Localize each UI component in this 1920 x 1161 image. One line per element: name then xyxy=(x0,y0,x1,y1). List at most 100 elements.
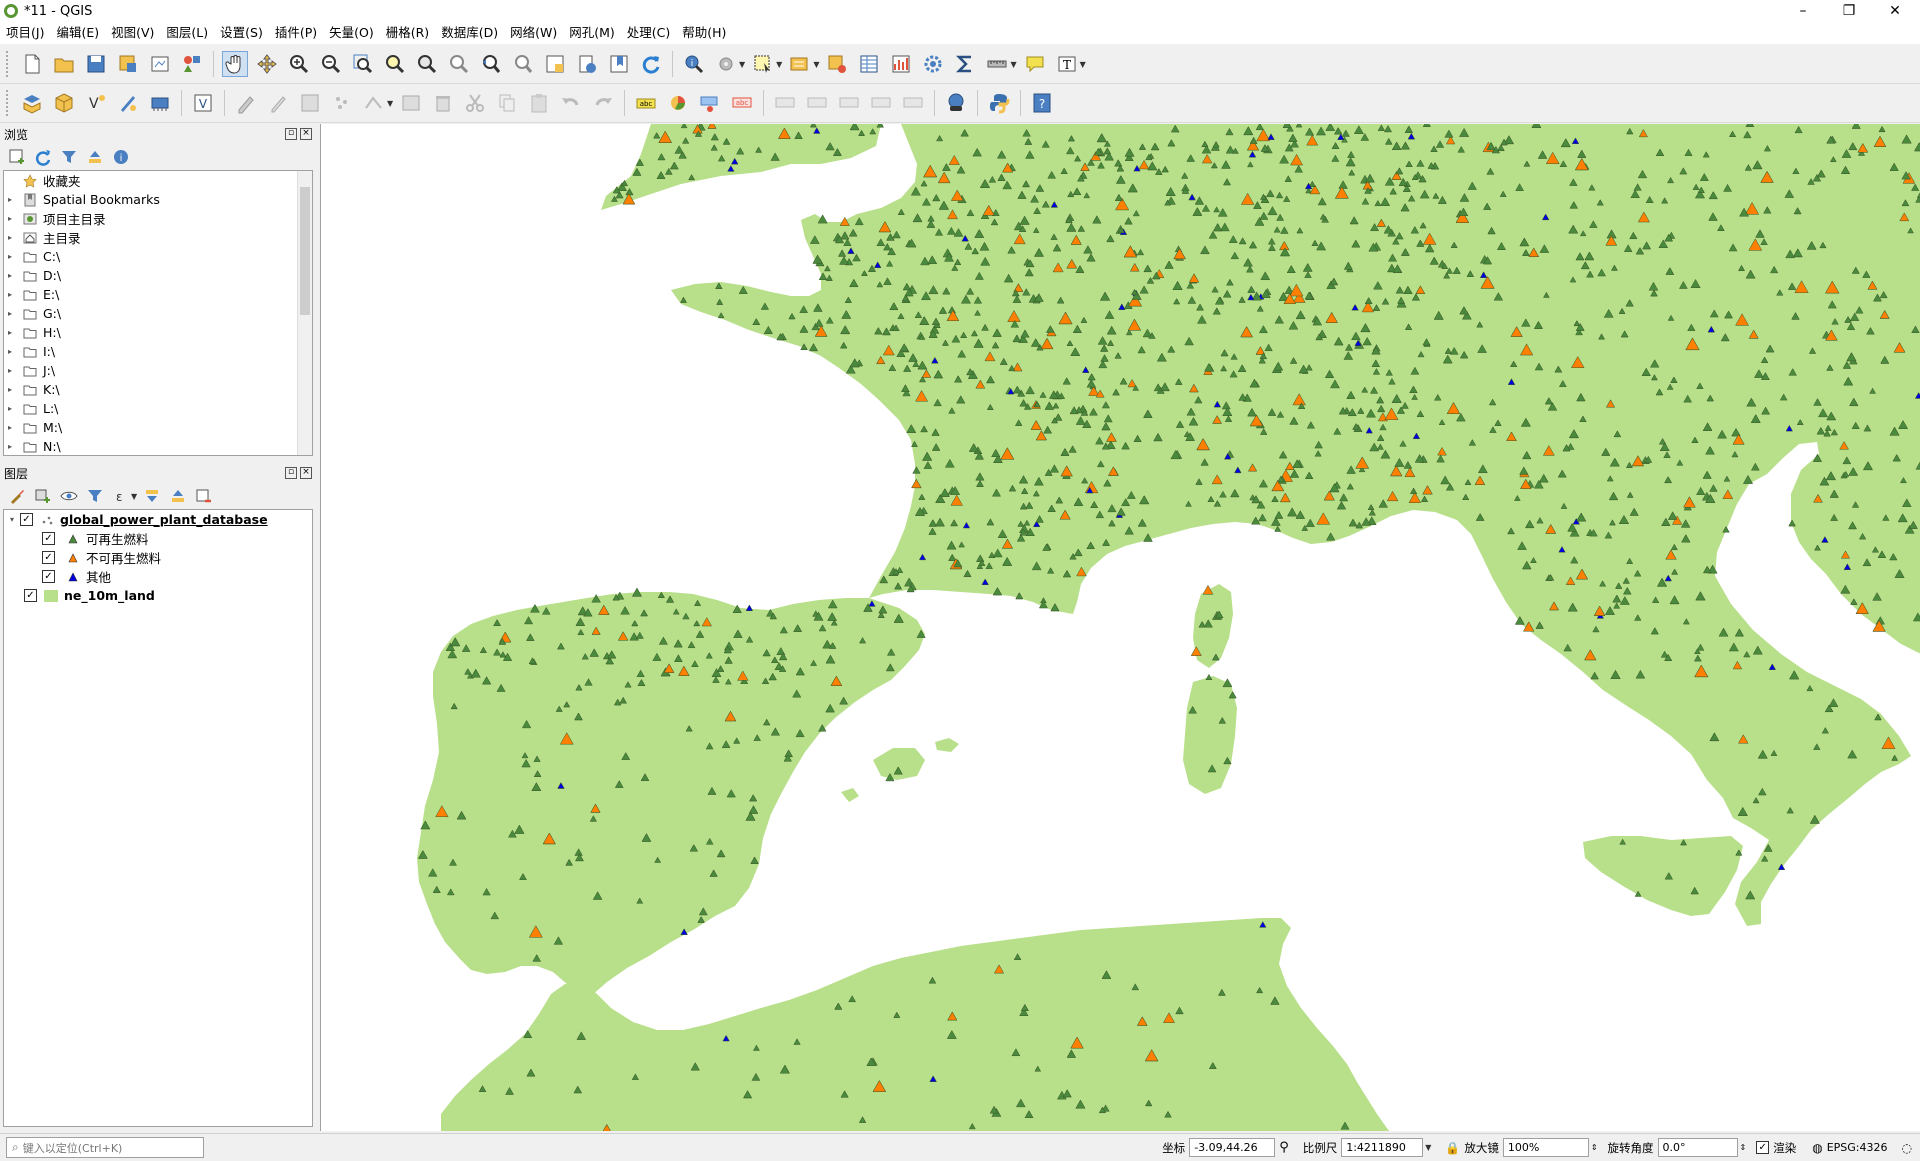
browser-item-drive-d[interactable]: ▸ D:\ xyxy=(4,266,312,285)
menu-mesh[interactable]: 网孔(M) xyxy=(563,22,621,44)
layer-class-other[interactable]: ✓ 其他 xyxy=(4,567,312,586)
menu-raster[interactable]: 栅格(R) xyxy=(380,22,435,44)
close-panel-icon[interactable]: × xyxy=(300,128,312,140)
run-feature-action-button[interactable] xyxy=(713,51,739,77)
render-checkbox[interactable]: ✓ xyxy=(1756,1141,1770,1154)
vertex-tool-button[interactable] xyxy=(361,90,387,116)
undo-button[interactable] xyxy=(558,90,584,116)
add-group-button[interactable] xyxy=(32,485,54,507)
pan-map-button[interactable] xyxy=(222,51,248,77)
crs-label[interactable]: EPSG:4326 xyxy=(1827,1141,1888,1154)
change-label-button[interactable] xyxy=(836,90,862,116)
chevron-down-icon[interactable]: ▼ xyxy=(1010,60,1016,69)
delete-selected-button[interactable] xyxy=(430,90,456,116)
layer-row-ne-10m-land[interactable]: ✓ ne_10m_land xyxy=(4,586,312,605)
browser-item-spatial-bookmarks[interactable]: ▸ Spatial Bookmarks xyxy=(4,190,312,209)
crs-globe-icon[interactable]: ◍ xyxy=(1812,1141,1822,1155)
toolbox-button[interactable] xyxy=(920,51,946,77)
chevron-down-icon[interactable]: ▼ xyxy=(813,60,819,69)
menu-plugins[interactable]: 插件(P) xyxy=(269,22,323,44)
paste-features-button[interactable] xyxy=(526,90,552,116)
filter-legend-button[interactable] xyxy=(84,485,106,507)
class-visibility-checkbox[interactable]: ✓ xyxy=(42,532,55,545)
chevron-down-icon[interactable]: ▼ xyxy=(1425,1143,1431,1152)
filter-by-expression-button[interactable]: ε xyxy=(110,485,132,507)
expand-all-button[interactable] xyxy=(141,485,163,507)
pin-labels-button[interactable] xyxy=(697,90,723,116)
add-selected-layers-button[interactable] xyxy=(6,146,28,168)
new-map-view-button[interactable] xyxy=(542,51,568,77)
browser-item-drive-j[interactable]: ▸ J:\ xyxy=(4,361,312,380)
copy-features-button[interactable] xyxy=(494,90,520,116)
pan-to-selection-button[interactable] xyxy=(254,51,280,77)
open-layer-styling-button[interactable] xyxy=(6,485,28,507)
float-panel-icon[interactable]: ▫ xyxy=(285,128,297,140)
coordinate-field[interactable]: -3.09,44.26 xyxy=(1189,1138,1276,1157)
map-tips-button[interactable] xyxy=(1022,51,1048,77)
new-geopackage-layer-button[interactable] xyxy=(51,90,77,116)
browser-item-favorites[interactable]: 收藏夹 xyxy=(4,171,312,190)
new-spatialite-layer-button[interactable] xyxy=(115,90,141,116)
zoom-next-button[interactable] xyxy=(510,51,536,77)
collapse-all-layers-button[interactable] xyxy=(167,485,189,507)
menu-help[interactable]: 帮助(H) xyxy=(676,22,732,44)
map-svg[interactable] xyxy=(321,124,1920,1131)
minimize-button[interactable]: – xyxy=(1780,0,1826,22)
chevron-down-icon[interactable]: ▼ xyxy=(776,60,782,69)
toolbar-grip[interactable] xyxy=(6,90,12,116)
open-attribute-table-button[interactable] xyxy=(856,51,882,77)
save-as-button[interactable] xyxy=(115,51,141,77)
layer-class-renewable[interactable]: ✓ 可再生燃料 xyxy=(4,529,312,548)
zoom-full-button[interactable] xyxy=(350,51,376,77)
new-temporary-layer-button[interactable] xyxy=(147,90,173,116)
refresh-button[interactable] xyxy=(638,51,664,77)
field-calculator-button[interactable] xyxy=(952,51,978,77)
measure-button[interactable] xyxy=(984,51,1010,77)
modify-attributes-button[interactable] xyxy=(398,90,424,116)
menu-web[interactable]: 网络(W) xyxy=(504,22,563,44)
magnifier-spinner-icon[interactable]: ⇕ xyxy=(1591,1143,1598,1152)
remove-layer-button[interactable] xyxy=(193,485,215,507)
deselect-all-button[interactable] xyxy=(824,51,850,77)
class-visibility-checkbox[interactable]: ✓ xyxy=(42,551,55,564)
text-annotation-button[interactable]: T xyxy=(1054,51,1080,77)
browser-item-drive-k[interactable]: ▸ K:\ xyxy=(4,380,312,399)
labeling-button[interactable]: abc xyxy=(633,90,659,116)
data-source-manager-button[interactable] xyxy=(19,90,45,116)
new-shapefile-layer-button[interactable]: V xyxy=(83,90,109,116)
statistical-summary-button[interactable] xyxy=(888,51,914,77)
rotation-field[interactable]: 0.0° xyxy=(1657,1138,1738,1157)
browser-scrollbar[interactable] xyxy=(297,171,312,455)
magnifier-field[interactable]: 100% xyxy=(1502,1138,1589,1157)
layer-visibility-checkbox[interactable]: ✓ xyxy=(20,513,33,526)
browser-item-drive-g[interactable]: ▸ G:\ xyxy=(4,304,312,323)
collapse-all-button[interactable] xyxy=(84,146,106,168)
label-tool-4-button[interactable] xyxy=(868,90,894,116)
menu-database[interactable]: 数据库(D) xyxy=(435,22,504,44)
collapse-arrow-icon[interactable]: ▾ xyxy=(10,515,20,524)
browser-item-drive-i[interactable]: ▸ I:\ xyxy=(4,342,312,361)
browser-scrollbar-thumb[interactable] xyxy=(300,187,310,315)
locator-search[interactable]: ⌕ 键入以定位(Ctrl+K) xyxy=(6,1137,204,1158)
redo-button[interactable] xyxy=(590,90,616,116)
menu-edit[interactable]: 编辑(E) xyxy=(50,22,105,44)
close-panel-icon[interactable]: × xyxy=(300,467,312,479)
cut-features-button[interactable] xyxy=(462,90,488,116)
browser-filter-button[interactable] xyxy=(58,146,80,168)
zoom-out-button[interactable] xyxy=(318,51,344,77)
close-button[interactable]: ✕ xyxy=(1872,0,1918,22)
float-panel-icon[interactable]: ▫ xyxy=(285,467,297,479)
add-point-feature-button[interactable] xyxy=(329,90,355,116)
browser-item-drive-e[interactable]: ▸ E:\ xyxy=(4,285,312,304)
enable-properties-button[interactable]: i xyxy=(110,146,132,168)
zoom-last-button[interactable] xyxy=(478,51,504,77)
layer-class-nonrenewable[interactable]: ✓ 不可再生燃料 xyxy=(4,548,312,567)
print-layout-button[interactable] xyxy=(147,51,173,77)
select-features-button[interactable] xyxy=(750,51,776,77)
open-project-button[interactable] xyxy=(51,51,77,77)
zoom-native-button[interactable] xyxy=(446,51,472,77)
current-edits-button[interactable] xyxy=(233,90,259,116)
mesh-calculator-button[interactable] xyxy=(943,90,969,116)
rotation-spinner-icon[interactable]: ⇕ xyxy=(1740,1143,1747,1152)
layer-row-global-power-plant[interactable]: ▾ ✓ global_power_plant_database xyxy=(4,510,312,529)
